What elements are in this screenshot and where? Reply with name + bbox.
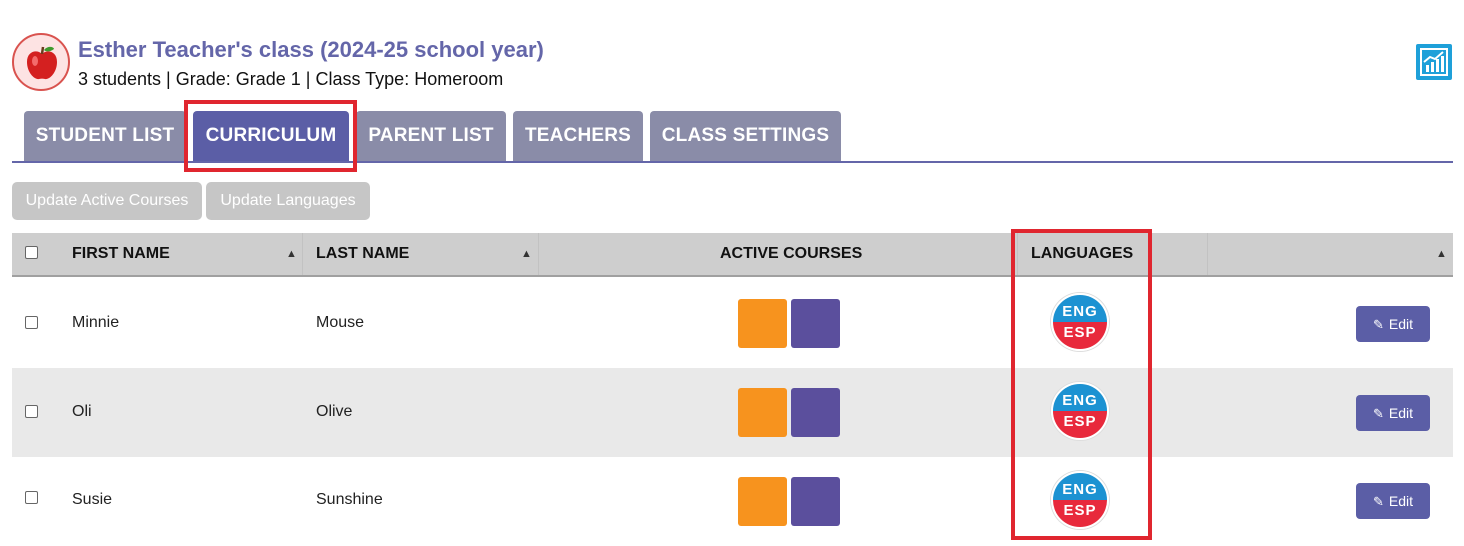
update-active-courses-button[interactable]: Update Active Courses: [12, 182, 202, 220]
sort-icon[interactable]: ▲︎: [1436, 233, 1447, 275]
tab-student-list[interactable]: STUDENT LIST: [24, 111, 186, 161]
lang-bottom: ESP: [1053, 322, 1107, 349]
row-checkbox[interactable]: [25, 491, 38, 504]
class-title: Esther Teacher's class (2024-25 school y…: [78, 37, 544, 62]
sort-icon[interactable]: ▲︎: [521, 233, 532, 275]
column-divider: [538, 233, 539, 275]
sort-icon[interactable]: ▲︎: [286, 233, 297, 275]
pencil-icon: ✎: [1372, 494, 1384, 509]
first-name: Susie: [72, 491, 113, 508]
column-last-name[interactable]: LAST NAME: [316, 233, 409, 275]
reading-course-icon[interactable]: [738, 477, 787, 526]
table-row: Oli Olive ENG ESP ✎ Edit: [12, 368, 1453, 457]
pencil-icon: ✎: [1372, 317, 1384, 332]
pencil-icon: ✎: [1372, 406, 1384, 421]
row-checkbox[interactable]: [25, 405, 38, 418]
first-name: Minnie: [72, 314, 120, 331]
language-badge: ENG ESP: [1051, 471, 1109, 529]
language-badge: ENG ESP: [1051, 382, 1109, 440]
tab-class-settings[interactable]: CLASS SETTINGS: [650, 111, 841, 161]
column-languages: LANGUAGES: [1031, 245, 1134, 262]
class-header: Esther Teacher's class (2024-25 school y…: [12, 33, 1452, 95]
math-course-icon[interactable]: [791, 477, 840, 526]
edit-label: Edit: [1388, 493, 1414, 509]
edit-label: Edit: [1388, 316, 1414, 332]
edit-button[interactable]: ✎ Edit: [1356, 306, 1430, 342]
select-all-checkbox[interactable]: [25, 246, 38, 259]
tab-curriculum[interactable]: CURRICULUM: [193, 111, 349, 161]
table-row: Susie Sunshine ENG ESP ✎ Edit: [12, 457, 1453, 546]
math-course-icon[interactable]: [791, 388, 840, 437]
class-details: 3 students | Grade: Grade 1 | Class Type…: [78, 69, 504, 89]
language-badge: ENG ESP: [1051, 293, 1109, 351]
edit-label: Edit: [1388, 405, 1414, 421]
chart-report-icon[interactable]: [1416, 44, 1452, 80]
apple-icon: [12, 33, 70, 91]
lang-bottom: ESP: [1053, 500, 1107, 527]
lang-top: ENG: [1053, 295, 1107, 322]
column-divider: [1207, 233, 1208, 275]
reading-course-icon[interactable]: [738, 388, 787, 437]
column-divider: [302, 233, 303, 275]
column-first-name[interactable]: FIRST NAME: [72, 233, 170, 275]
column-divider: [1017, 233, 1018, 275]
lang-bottom: ESP: [1053, 411, 1107, 438]
last-name: Mouse: [316, 314, 365, 331]
column-active-courses: ACTIVE COURSES: [720, 245, 863, 262]
lang-top: ENG: [1053, 473, 1107, 500]
table-row: Minnie Mouse ENG ESP ✎ Edit: [12, 279, 1453, 368]
update-languages-button[interactable]: Update Languages: [206, 182, 370, 220]
row-checkbox[interactable]: [25, 316, 38, 329]
last-name: Olive: [316, 403, 353, 420]
tab-underline: [12, 161, 1453, 163]
first-name: Oli: [72, 403, 92, 420]
edit-button[interactable]: ✎ Edit: [1356, 483, 1430, 519]
table-header: FIRST NAME ▲︎ LAST NAME ▲︎ ACTIVE COURSE…: [12, 233, 1453, 277]
tab-parent-list[interactable]: PARENT LIST: [356, 111, 506, 161]
reading-course-icon[interactable]: [738, 299, 787, 348]
math-course-icon[interactable]: [791, 299, 840, 348]
last-name: Sunshine: [316, 491, 383, 508]
tab-teachers[interactable]: TEACHERS: [513, 111, 643, 161]
edit-button[interactable]: ✎ Edit: [1356, 395, 1430, 431]
lang-top: ENG: [1053, 384, 1107, 411]
